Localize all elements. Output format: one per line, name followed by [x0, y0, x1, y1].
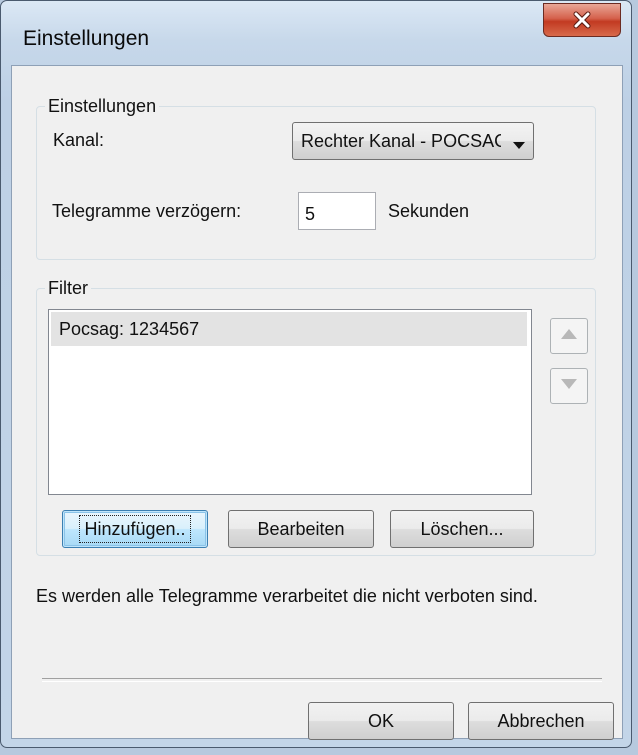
dialog-window: Einstellungen Einstellungen Kanal: Recht…: [0, 0, 632, 748]
add-filter-button-label: Hinzufügen..: [79, 515, 191, 543]
title-bar[interactable]: Einstellungen: [1, 1, 631, 61]
window-title: Einstellungen: [23, 27, 150, 50]
delay-input[interactable]: [298, 192, 376, 230]
edit-filter-button-label: Bearbeiten: [257, 519, 345, 539]
filter-list[interactable]: Pocsag: 1234567: [48, 309, 532, 495]
arrow-up-icon: [560, 327, 578, 345]
list-item[interactable]: Pocsag: 1234567: [51, 312, 527, 346]
edit-filter-button[interactable]: Bearbeiten: [228, 510, 374, 548]
filter-group-title: Filter: [45, 277, 91, 299]
channel-dropdown[interactable]: Rechter Kanal - POCSAG: [292, 122, 534, 160]
ok-button-label: OK: [367, 711, 394, 731]
settings-group-title: Einstellungen: [45, 95, 160, 117]
separator: [42, 678, 602, 682]
delete-filter-button-label: Löschen...: [420, 519, 504, 539]
add-filter-button[interactable]: Hinzufügen..: [62, 510, 208, 548]
chevron-down-icon: [513, 137, 525, 149]
move-down-button[interactable]: [550, 368, 588, 404]
delay-label: Telegramme verzögern:: [52, 201, 242, 221]
info-text: Es werden alle Telegramme verarbeitet di…: [36, 586, 538, 606]
ok-button[interactable]: OK: [308, 702, 454, 740]
close-icon: [544, 4, 620, 36]
cancel-button[interactable]: Abbrechen: [468, 702, 614, 740]
dialog-client-area: Einstellungen Kanal: Rechter Kanal - POC…: [11, 65, 623, 740]
move-up-button[interactable]: [550, 318, 588, 354]
cancel-button-label: Abbrechen: [497, 711, 585, 731]
channel-dropdown-value: Rechter Kanal - POCSAG: [301, 131, 501, 151]
arrow-down-icon: [560, 377, 578, 395]
delay-unit-label: Sekunden: [388, 201, 470, 221]
channel-label: Kanal:: [53, 130, 105, 150]
close-button[interactable]: [543, 3, 621, 37]
delete-filter-button[interactable]: Löschen...: [390, 510, 534, 548]
